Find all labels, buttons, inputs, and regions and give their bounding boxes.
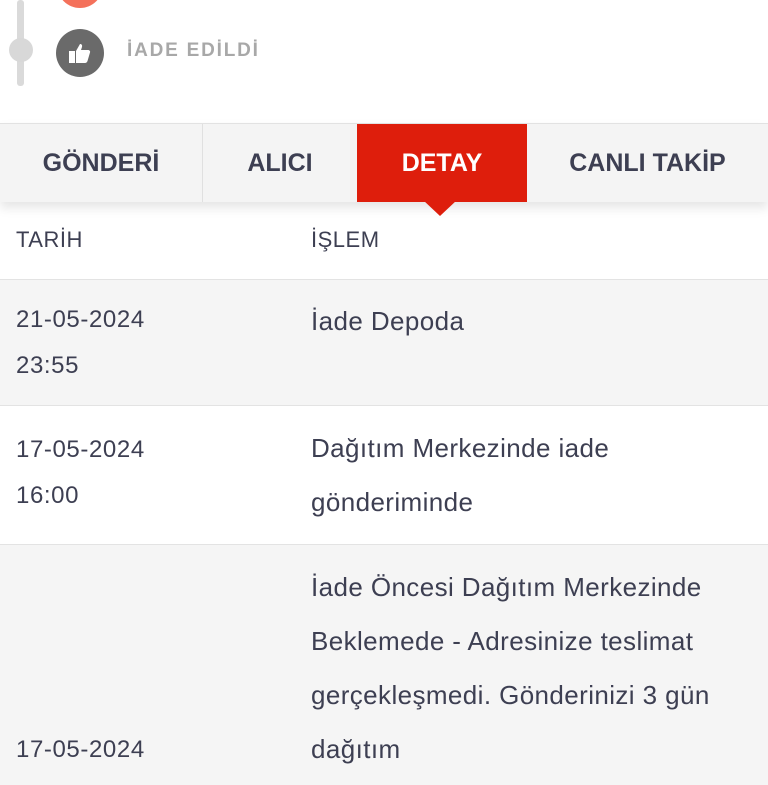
- tab-alici[interactable]: ALICI: [203, 124, 357, 202]
- row-date: 17-05-2024: [16, 736, 145, 763]
- shipment-timeline: İADE EDİLDİ: [0, 0, 768, 122]
- table-row: 17-05-2024 İade Öncesi Dağıtım Merkezind…: [0, 545, 768, 785]
- row-time: 23:55: [16, 352, 80, 379]
- row-operation-text: İade Depoda: [311, 306, 465, 336]
- row-time: 16:00: [16, 482, 80, 509]
- row-operation: İade Depoda: [311, 294, 761, 348]
- previous-step-icon: [57, 0, 103, 8]
- column-header-operation: İŞLEM: [311, 227, 380, 252]
- row-date: 17-05-2024: [16, 436, 145, 463]
- active-tab-indicator: [423, 200, 457, 216]
- timeline-dot: [9, 38, 33, 62]
- tab-gonderi[interactable]: GÖNDERİ: [0, 124, 203, 202]
- timeline-step-label: İADE EDİLDİ: [127, 40, 260, 61]
- history-table: TARİH İŞLEM 21-05-2024 23:55 İade Depoda…: [0, 201, 768, 785]
- tab-canli-takip[interactable]: CANLI TAKİP: [527, 124, 768, 202]
- row-operation: İade Öncesi Dağıtım Merkezinde Beklemede…: [311, 572, 710, 764]
- thumbs-up-icon: [56, 29, 104, 77]
- tab-detay[interactable]: DETAY: [357, 124, 527, 202]
- table-row: 17-05-2024 16:00 Dağıtım Merkezinde iade…: [0, 406, 768, 545]
- table-header: TARİH İŞLEM: [0, 201, 768, 280]
- row-datetime: 17-05-2024 16:00: [16, 427, 145, 519]
- tab-bar: GÖNDERİ ALICI DETAY CANLI TAKİP: [0, 123, 768, 202]
- row-datetime: 17-05-2024: [16, 727, 145, 773]
- row-date: 21-05-2024: [16, 306, 145, 333]
- column-header-date: TARİH: [16, 227, 83, 252]
- row-datetime: 21-05-2024 23:55: [16, 297, 145, 389]
- table-row: 21-05-2024 23:55 İade Depoda: [0, 280, 768, 406]
- row-operation: Dağıtım Merkezinde iade gönderiminde: [311, 433, 610, 517]
